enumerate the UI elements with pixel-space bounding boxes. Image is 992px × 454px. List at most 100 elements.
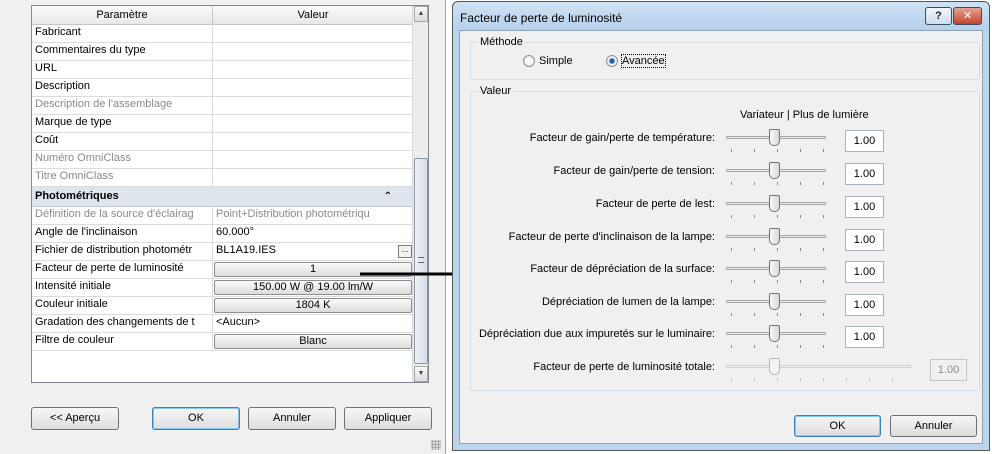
factor-value-input[interactable]: 1.00 [845,326,884,348]
group-label: Photométriques [35,190,119,202]
initial-color-button[interactable]: 1804 K [214,298,412,313]
param-value[interactable]: BL1A19.IES [216,244,276,256]
group-header-photometriques[interactable]: Photométriques ⌃ [32,187,414,207]
param-value[interactable] [213,43,413,60]
param-row-angle-inclinaison[interactable]: Angle de l'inclinaison 60.000° [32,225,414,243]
method-group: Méthode Simple Avancée [470,36,980,80]
param-name: Commentaires du type [32,43,213,60]
param-row-description[interactable]: Description [32,79,414,97]
param-name: Coût [32,133,213,150]
dialog-cancel-button[interactable]: Annuler [890,415,977,437]
slider-ticks [731,313,824,316]
slider-thumb[interactable] [769,293,780,310]
factor-label: Facteur de gain/perte de tension: [553,165,715,177]
radio-avancee-label[interactable]: Avancée [621,54,666,68]
factor-label: Dépréciation due aux impuretés sur le lu… [478,328,715,340]
slider-ticks [731,248,824,251]
param-name: Angle de l'inclinaison [32,225,213,242]
param-name: Description de l'assemblage [32,97,213,114]
slider-thumb[interactable] [769,260,780,277]
factor-slider[interactable] [726,293,826,317]
scroll-up-arrow-icon[interactable]: ▲ [414,6,428,22]
browse-file-button[interactable]: ... [398,245,412,258]
header-parameter[interactable]: Paramètre [32,6,213,24]
factor-value-input[interactable]: 1.00 [845,229,884,251]
radio-avancee-indicator[interactable] [606,55,618,67]
slider-thumb[interactable] [769,129,780,146]
param-name: Titre OmniClass [32,169,213,186]
type-properties-window: Paramètre Valeur Fabricant Commentaires … [0,0,446,454]
param-value-cell[interactable]: BL1A19.IES ... [213,243,413,260]
slider-thumb[interactable] [769,325,780,342]
slider-thumb[interactable] [769,162,780,179]
param-value[interactable] [213,25,413,42]
factor-slider[interactable] [726,228,826,252]
param-row-filtre-couleur[interactable]: Filtre de couleur Blanc [32,333,414,351]
param-row-couleur-initiale[interactable]: Couleur initiale 1804 K [32,297,414,315]
color-filter-button[interactable]: Blanc [214,334,412,349]
param-value[interactable]: <Aucun> [213,315,413,332]
slider-range-label: Variateur | Plus de lumière [740,109,869,121]
factor-slider[interactable] [726,325,826,349]
ok-button[interactable]: OK [152,407,240,430]
factor-slider[interactable] [726,260,826,284]
radio-simple-indicator[interactable] [523,55,535,67]
param-row-cout[interactable]: Coût [32,133,414,151]
factor-row-temperature: Facteur de gain/perte de température: 1.… [460,129,980,153]
preview-button[interactable]: << Aperçu [31,407,119,430]
radio-avancee[interactable]: Avancée [606,54,666,68]
factor-slider[interactable] [726,162,826,186]
factor-slider[interactable] [726,195,826,219]
factor-value-input[interactable]: 1.00 [845,294,884,316]
slider-thumb[interactable] [769,228,780,245]
header-value[interactable]: Valeur [213,6,413,24]
param-row-gradation[interactable]: Gradation des changements de t <Aucun> [32,315,414,333]
collapse-chevron-icon[interactable]: ⌃ [384,191,392,202]
param-row-intensite-initiale[interactable]: Intensité initiale 150.00 W @ 19.00 lm/W [32,279,414,297]
param-name: Filtre de couleur [32,333,213,350]
param-value[interactable] [213,115,413,132]
factor-value-input[interactable]: 1.00 [845,196,884,218]
resize-grip-icon[interactable] [431,440,441,450]
param-row-fichier-distribution[interactable]: Fichier de distribution photométr BL1A19… [32,243,414,261]
factor-value-input[interactable]: 1.00 [845,163,884,185]
close-icon[interactable]: ✕ [953,7,982,25]
dialog-ok-button[interactable]: OK [794,415,881,437]
param-row-facteur-perte-luminosite[interactable]: Facteur de perte de luminosité 1 [32,261,414,279]
factor-row-total: Facteur de perte de luminosité totale: 1… [460,358,980,382]
param-row-commentaires[interactable]: Commentaires du type [32,43,414,61]
scroll-down-arrow-icon[interactable]: ▼ [414,366,428,382]
param-name: Couleur initiale [32,297,213,314]
param-row-marque-de-type[interactable]: Marque de type [32,115,414,133]
factor-value-input[interactable]: 1.00 [845,130,884,152]
factor-row-impuretes-luminaire: Dépréciation due aux impuretés sur le lu… [460,325,980,349]
param-name: Fichier de distribution photométr [32,243,213,260]
slider-thumb[interactable] [769,195,780,212]
radio-simple[interactable]: Simple [523,55,573,67]
dialog-titlebar[interactable]: Facteur de perte de luminosité ? ✕ [453,2,989,30]
param-name: Gradation des changements de t [32,315,213,332]
param-name: Facteur de perte de luminosité [32,261,213,278]
param-row-url[interactable]: URL [32,61,414,79]
slider-ticks [731,215,824,218]
param-value[interactable] [213,79,413,96]
param-name: Intensité initiale [32,279,213,296]
apply-button[interactable]: Appliquer [344,407,432,430]
factor-slider[interactable] [726,129,826,153]
parameter-grid: Paramètre Valeur Fabricant Commentaires … [31,5,429,383]
param-value[interactable]: 60.000° [213,225,413,242]
param-name: URL [32,61,213,78]
light-loss-factor-dialog: Facteur de perte de luminosité ? ✕ Métho… [452,1,990,451]
param-row-fabricant[interactable]: Fabricant [32,25,414,43]
help-button[interactable]: ? [925,7,952,25]
param-value: Point+Distribution photométriqu [216,208,370,220]
vertical-scrollbar[interactable]: ▲ ▼ [412,6,428,382]
scrollbar-thumb[interactable] [414,158,428,364]
factor-value-input[interactable]: 1.00 [845,261,884,283]
factor-label: Dépréciation de lumen de la lampe: [541,296,715,308]
param-value[interactable] [213,133,413,150]
radio-simple-label[interactable]: Simple [539,55,573,67]
cancel-button[interactable]: Annuler [248,407,336,430]
param-value[interactable] [213,61,413,78]
factor-row-depreciation-surface: Facteur de dépréciation de la surface: 1… [460,260,980,284]
